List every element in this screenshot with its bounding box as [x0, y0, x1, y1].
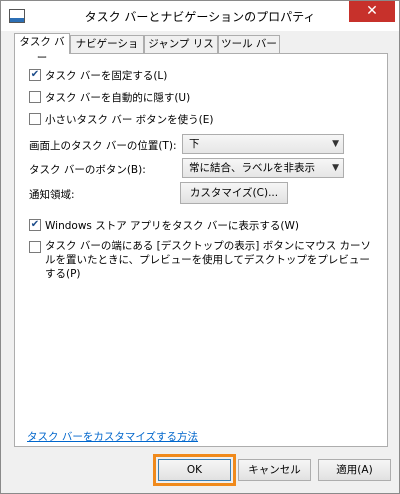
store-apps-checkbox[interactable]: ✔ [29, 219, 41, 231]
tab-toolbar[interactable]: ツール バー [218, 35, 280, 53]
tab-taskbar[interactable]: タスク バー [14, 33, 70, 64]
store-apps-option[interactable]: ✔ Windows ストア アプリをタスク バーに表示する(W) [29, 217, 299, 233]
taskbar-buttons-value: 常に結合、ラベルを非表示 [189, 162, 315, 174]
cancel-button[interactable]: キャンセル [238, 459, 311, 481]
checkmark-icon: ✔ [30, 69, 40, 80]
close-button[interactable]: ✕ [349, 1, 395, 22]
notification-area-label: 通知領域: [29, 189, 75, 201]
tab-panel: ✔ タスク バーを固定する(L) タスク バーを自動的に隠す(U) 小さいタスク… [14, 53, 388, 447]
checkmark-icon: ✔ [30, 219, 40, 230]
position-value: 下 [189, 138, 200, 150]
peek-option[interactable]: タスク バーの端にある [デスクトップの表示] ボタンにマウス カーソルを置いた… [29, 239, 374, 280]
taskbar-buttons-select[interactable]: 常に結合、ラベルを非表示 ▼ [182, 158, 344, 178]
properties-dialog: タスク バーとナビゲーションのプロパティ ✕ タスク バー ナビゲーション ジャ… [0, 0, 400, 494]
window-title: タスク バーとナビゲーションのプロパティ [84, 10, 316, 24]
title-bar: タスク バーとナビゲーションのプロパティ ✕ [1, 1, 399, 31]
ok-button[interactable]: OK [158, 459, 231, 481]
taskbar-buttons-label: タスク バーのボタン(B): [29, 164, 146, 176]
lock-taskbar-checkbox[interactable]: ✔ [29, 69, 41, 81]
autohide-option[interactable]: タスク バーを自動的に隠す(U) [29, 89, 190, 105]
autohide-label: タスク バーを自動的に隠す(U) [45, 91, 191, 104]
tab-navigation[interactable]: ナビゲーション [70, 35, 144, 66]
peek-label: タスク バーの端にある [デスクトップの表示] ボタンにマウス カーソルを置いた… [45, 240, 372, 280]
position-label: 画面上のタスク バーの位置(T): [29, 140, 177, 152]
apply-button[interactable]: 適用(A) [318, 459, 391, 481]
store-apps-label: Windows ストア アプリをタスク バーに表示する(W) [45, 219, 299, 232]
help-link[interactable]: タスク バーをカスタマイズする方法 [27, 429, 198, 444]
autohide-checkbox[interactable] [29, 91, 41, 103]
tab-jump-list[interactable]: ジャンプ リスト [144, 35, 218, 66]
small-buttons-label: 小さいタスク バー ボタンを使う(E) [45, 113, 214, 126]
position-select[interactable]: 下 ▼ [182, 134, 344, 154]
lock-taskbar-label: タスク バーを固定する(L) [45, 69, 168, 82]
small-buttons-checkbox[interactable] [29, 113, 41, 125]
customize-button[interactable]: カスタマイズ(C)... [180, 182, 288, 204]
peek-checkbox[interactable] [29, 241, 41, 253]
small-buttons-option[interactable]: 小さいタスク バー ボタンを使う(E) [29, 111, 214, 127]
lock-taskbar-option[interactable]: ✔ タスク バーを固定する(L) [29, 67, 167, 83]
chevron-down-icon: ▼ [332, 139, 339, 149]
chevron-down-icon: ▼ [332, 163, 339, 173]
